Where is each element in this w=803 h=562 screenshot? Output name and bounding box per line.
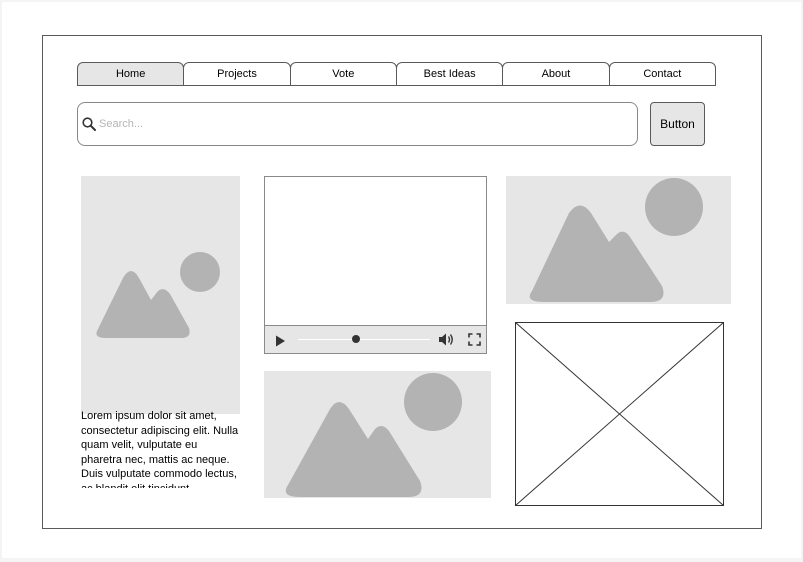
fullscreen-icon[interactable] <box>468 333 481 351</box>
progress-track[interactable] <box>298 339 430 340</box>
content-placeholder <box>515 322 724 506</box>
tab-contact[interactable]: Contact <box>608 62 716 86</box>
image-icon <box>529 178 703 302</box>
body-text: Lorem ipsum dolor sit amet, consectetur … <box>81 410 239 488</box>
nav-tabs: Home Projects Vote Best Ideas About Cont… <box>77 62 716 86</box>
volume-icon[interactable] <box>438 332 455 352</box>
tab-label: Best Ideas <box>423 68 476 80</box>
image-placeholder-wide <box>506 176 731 304</box>
tab-best-ideas[interactable]: Best Ideas <box>395 62 504 86</box>
video-controls <box>265 325 486 353</box>
play-icon[interactable] <box>275 334 286 352</box>
placeholder-x-icon <box>515 322 724 506</box>
image-placeholder-tall <box>81 176 240 414</box>
search-input[interactable] <box>99 118 599 130</box>
tab-label: Contact <box>643 68 682 80</box>
tab-about[interactable]: About <box>502 62 610 86</box>
tab-label: Vote <box>332 68 355 80</box>
tab-label: Projects <box>217 68 257 80</box>
tab-vote[interactable]: Vote <box>289 62 397 86</box>
tab-home[interactable]: Home <box>77 62 185 86</box>
video-player[interactable] <box>264 176 487 354</box>
search-icon <box>81 116 97 132</box>
progress-handle[interactable] <box>352 335 361 343</box>
tab-label: About <box>541 68 571 80</box>
search-bar <box>77 102 638 146</box>
image-icon <box>96 252 220 338</box>
image-icon <box>285 373 462 497</box>
tab-label: Home <box>115 68 146 80</box>
image-placeholder-wide <box>264 371 491 498</box>
tab-projects[interactable]: Projects <box>183 62 291 86</box>
primary-button[interactable]: Button <box>650 102 705 146</box>
